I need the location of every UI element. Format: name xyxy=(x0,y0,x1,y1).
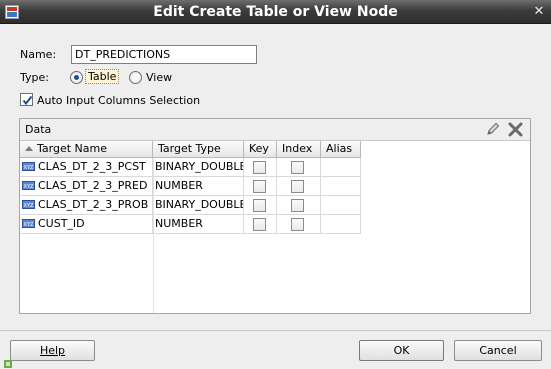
index-checkbox[interactable] xyxy=(291,218,304,231)
resize-grip-icon[interactable] xyxy=(4,360,12,368)
alias-cell[interactable] xyxy=(321,177,361,196)
key-checkbox[interactable] xyxy=(253,199,266,212)
column-header-index[interactable]: Index xyxy=(277,141,321,158)
column-header-target-type[interactable]: Target Type xyxy=(153,141,244,158)
target-type-cell[interactable]: BINARY_DOUBLE xyxy=(153,158,244,177)
auto-input-checkbox[interactable] xyxy=(20,93,33,106)
ok-button[interactable]: OK xyxy=(359,340,444,361)
target-type-cell[interactable]: NUMBER xyxy=(153,177,244,196)
column-divider xyxy=(153,158,154,313)
key-checkbox[interactable] xyxy=(253,180,266,193)
target-type-cell[interactable]: NUMBER xyxy=(153,215,244,234)
key-checkbox[interactable] xyxy=(253,161,266,174)
index-checkbox[interactable] xyxy=(291,199,304,212)
checkmark-icon xyxy=(22,95,33,106)
svg-text:XYZ: XYZ xyxy=(24,165,34,171)
grid-header: Target Name Target Type Key Index Alias xyxy=(20,141,530,158)
view-radio[interactable] xyxy=(129,71,142,84)
alias-cell[interactable] xyxy=(321,215,361,234)
index-cell xyxy=(277,196,321,215)
sort-ascending-icon xyxy=(25,146,33,151)
target-name-text: CLAS_DT_2_3_PROB xyxy=(38,198,149,211)
column-type-icon: XYZ xyxy=(22,219,35,228)
column-type-icon: XYZ xyxy=(22,162,35,171)
table-row[interactable]: XYZ CLAS_DT_2_3_PRED NUMBER xyxy=(20,177,365,196)
data-panel: Data Target Name Target Type Key Index A… xyxy=(19,118,531,314)
index-cell xyxy=(277,177,321,196)
target-name-text: CUST_ID xyxy=(38,217,85,230)
target-name-cell[interactable]: XYZ CUST_ID xyxy=(20,215,153,234)
radio-selected-dot xyxy=(74,75,79,80)
auto-input-label[interactable]: Auto Input Columns Selection xyxy=(37,94,200,107)
help-button[interactable]: Help xyxy=(10,340,95,361)
column-type-icon: XYZ xyxy=(22,200,35,209)
index-checkbox[interactable] xyxy=(291,161,304,174)
column-type-icon: XYZ xyxy=(22,181,35,190)
help-button-label: Help xyxy=(39,344,66,357)
target-name-text: CLAS_DT_2_3_PCST xyxy=(38,160,146,173)
table-radio-label[interactable]: Table xyxy=(85,69,120,84)
footer-divider xyxy=(0,330,551,331)
data-panel-title: Data xyxy=(25,123,52,136)
window-title: Edit Create Table or View Node xyxy=(153,4,398,20)
pencil-icon[interactable] xyxy=(485,121,501,137)
close-icon[interactable]: ✕ xyxy=(531,4,547,20)
target-name-text: CLAS_DT_2_3_PRED xyxy=(38,179,148,192)
key-cell xyxy=(244,177,277,196)
table-row[interactable]: XYZ CLAS_DT_2_3_PROB BINARY_DOUBLE xyxy=(20,196,365,215)
delete-x-icon[interactable] xyxy=(507,121,524,138)
svg-text:XYZ: XYZ xyxy=(24,184,34,190)
svg-text:XYZ: XYZ xyxy=(24,222,34,228)
target-name-cell[interactable]: XYZ CLAS_DT_2_3_PCST xyxy=(20,158,153,177)
column-header-target-name[interactable]: Target Name xyxy=(20,141,153,158)
alias-cell[interactable] xyxy=(321,196,361,215)
view-radio-label[interactable]: View xyxy=(146,71,172,84)
cancel-button[interactable]: Cancel xyxy=(454,340,542,361)
column-header-label: Target Name xyxy=(37,142,107,155)
key-checkbox[interactable] xyxy=(253,218,266,231)
name-label: Name: xyxy=(20,48,57,61)
key-cell xyxy=(244,196,277,215)
table-row[interactable]: XYZ CLAS_DT_2_3_PCST BINARY_DOUBLE xyxy=(20,158,365,177)
table-radio[interactable] xyxy=(70,71,83,84)
target-name-cell[interactable]: XYZ CLAS_DT_2_3_PROB xyxy=(20,196,153,215)
title-bar[interactable]: Edit Create Table or View Node ✕ xyxy=(0,0,551,24)
index-cell xyxy=(277,158,321,177)
svg-text:XYZ: XYZ xyxy=(24,203,34,209)
index-checkbox[interactable] xyxy=(291,180,304,193)
key-cell xyxy=(244,215,277,234)
column-header-key[interactable]: Key xyxy=(244,141,277,158)
index-cell xyxy=(277,215,321,234)
target-name-cell[interactable]: XYZ CLAS_DT_2_3_PRED xyxy=(20,177,153,196)
table-row[interactable]: XYZ CUST_ID NUMBER xyxy=(20,215,365,234)
data-panel-header: Data xyxy=(20,119,530,141)
name-field[interactable]: DT_PREDICTIONS xyxy=(71,45,257,64)
key-cell xyxy=(244,158,277,177)
alias-cell[interactable] xyxy=(321,158,361,177)
type-label: Type: xyxy=(20,71,49,84)
column-header-alias[interactable]: Alias xyxy=(321,141,361,158)
target-type-cell[interactable]: BINARY_DOUBLE xyxy=(153,196,244,215)
